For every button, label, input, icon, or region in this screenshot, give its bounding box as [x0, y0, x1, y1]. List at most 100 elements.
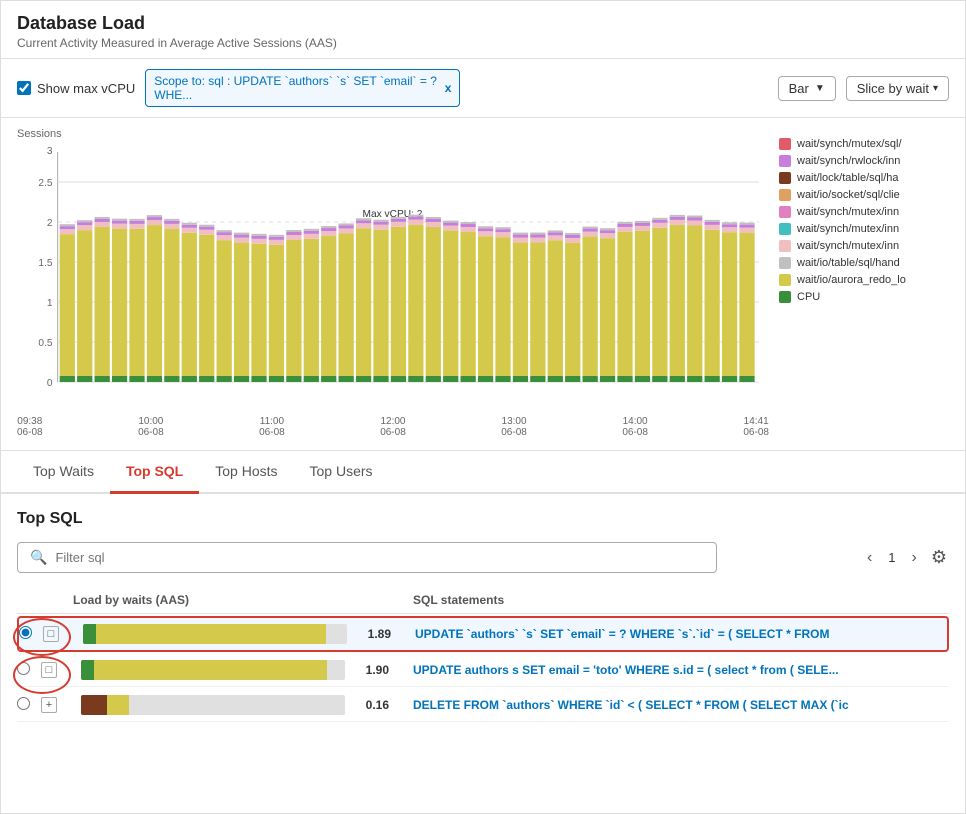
svg-text:1.5: 1.5	[38, 258, 53, 269]
scope-close-button[interactable]: x	[445, 81, 452, 95]
row-0-bar-green	[83, 624, 96, 644]
table-settings-button[interactable]: ⚙	[929, 545, 949, 570]
row-1-sql-link[interactable]: UPDATE authors s SET email = 'toto' WHER…	[413, 663, 949, 677]
legend-label-8: wait/io/aurora_redo_lo	[797, 274, 906, 286]
legend-item-5: wait/synch/mutex/inn	[779, 223, 949, 235]
legend-label-7: wait/io/table/sql/hand	[797, 257, 900, 269]
legend-item-cpu: CPU	[779, 291, 949, 303]
row-0-bar-yellow	[96, 624, 326, 644]
row-1-radio[interactable]	[17, 662, 30, 675]
page-header: Database Load Current Activity Measured …	[1, 1, 965, 59]
table-row-1[interactable]: □ 1.90 UPDATE authors s SET em	[17, 654, 949, 687]
tab-top-hosts[interactable]: Top Hosts	[199, 451, 293, 494]
filter-input-wrap[interactable]: 🔍	[17, 542, 717, 573]
row-2-radio[interactable]	[17, 697, 30, 710]
row-0-expand-wrap[interactable]: □	[43, 626, 67, 642]
legend-color-7	[779, 257, 791, 269]
row-2-bar-wrap: 0.16	[65, 695, 405, 715]
legend-item-2: wait/lock/table/sql/ha	[779, 172, 949, 184]
legend-label-6: wait/synch/mutex/inn	[797, 240, 899, 252]
legend-color-1	[779, 155, 791, 167]
scope-text: Scope to: sql : UPDATE `authors` `s` SET…	[154, 74, 438, 102]
row-1-bar-wrap: 1.90	[65, 660, 405, 680]
row-2-sql-link[interactable]: DELETE FROM `authors` WHERE `id` < ( SEL…	[413, 698, 949, 712]
svg-text:0: 0	[47, 378, 53, 389]
x-tick-3: 12:0006-08	[380, 416, 406, 438]
chart-type-label: Bar	[789, 81, 809, 96]
legend-color-5	[779, 223, 791, 235]
next-page-button[interactable]: ›	[906, 547, 923, 569]
row-0-expand-button[interactable]: □	[43, 626, 59, 642]
chart-type-dropdown[interactable]: Bar ▼	[778, 76, 836, 101]
chart-container[interactable]: 0 0.5 1 1.5 2 2.5 3 Max vCPU: 2	[17, 142, 769, 412]
x-tick-5: 14:0006-08	[622, 416, 648, 438]
row-2-value: 0.16	[353, 698, 389, 712]
chart-legend: wait/synch/mutex/sql/ wait/synch/rwlock/…	[779, 128, 949, 440]
legend-item-0: wait/synch/mutex/sql/	[779, 138, 949, 150]
legend-item-8: wait/io/aurora_redo_lo	[779, 274, 949, 286]
row-2-bar-bg	[81, 695, 345, 715]
row-1-sql[interactable]: UPDATE authors s SET email = 'toto' WHER…	[405, 663, 949, 677]
filter-bar: 🔍 ‹ 1 › ⚙	[17, 542, 949, 573]
tab-top-waits[interactable]: Top Waits	[17, 451, 110, 494]
row-wrapper-2: + 0.16 DELETE FROM `authors` W	[17, 689, 949, 722]
legend-color-6	[779, 240, 791, 252]
row-1-bar-yellow	[94, 660, 326, 680]
row-0-bar-fill	[83, 624, 347, 644]
svg-text:0.5: 0.5	[38, 338, 53, 349]
row-0-value: 1.89	[355, 627, 391, 641]
row-0-sql-link[interactable]: UPDATE `authors` `s` SET `email` = ? WHE…	[415, 627, 947, 641]
legend-label-0: wait/synch/mutex/sql/	[797, 138, 902, 150]
row-0-radio[interactable]	[19, 626, 32, 639]
legend-label-cpu: CPU	[797, 291, 820, 303]
content-area: Top SQL 🔍 ‹ 1 › ⚙ Load by waits (AAS) SQ…	[1, 494, 965, 740]
tab-top-sql[interactable]: Top SQL	[110, 451, 199, 494]
legend-color-2	[779, 172, 791, 184]
row-0-radio-wrap[interactable]	[19, 626, 43, 642]
svg-text:3: 3	[47, 146, 53, 157]
row-0-sql[interactable]: UPDATE `authors` `s` SET `email` = ? WHE…	[407, 627, 947, 641]
row-1-radio-wrap[interactable]	[17, 662, 41, 678]
legend-color-cpu	[779, 291, 791, 303]
row-2-expand-wrap[interactable]: +	[41, 697, 65, 713]
row-0-bar-wrap: 1.89	[67, 624, 407, 644]
filter-sql-input[interactable]	[55, 550, 704, 565]
row-1-bar-bg	[81, 660, 345, 680]
slice-by-wait-button[interactable]: Slice by wait ▾	[846, 76, 949, 101]
legend-color-0	[779, 138, 791, 150]
scope-pill[interactable]: Scope to: sql : UPDATE `authors` `s` SET…	[145, 69, 460, 107]
toolbar: Show max vCPU Scope to: sql : UPDATE `au…	[1, 59, 965, 118]
col-bar-header: Load by waits (AAS)	[65, 593, 405, 607]
row-1-expand-button[interactable]: □	[41, 662, 57, 678]
row-2-bar-fill	[81, 695, 345, 715]
slice-by-wait-label: Slice by wait	[857, 81, 929, 96]
legend-color-3	[779, 189, 791, 201]
table-row-0[interactable]: □ 1.89 UPDATE `authors` `s` SE	[17, 616, 949, 652]
row-0-bar: 1.89	[75, 624, 399, 644]
prev-page-button[interactable]: ‹	[861, 547, 878, 569]
row-2-expand-button[interactable]: +	[41, 697, 57, 713]
svg-text:1: 1	[47, 298, 53, 309]
page-subtitle: Current Activity Measured in Average Act…	[17, 36, 949, 50]
chart-svg: 0 0.5 1 1.5 2 2.5 3 Max vCPU: 2	[17, 142, 769, 412]
show-max-vcpu-checkbox[interactable]	[17, 81, 31, 95]
row-0-bar-bg	[83, 624, 347, 644]
pagination: ‹ 1 › ⚙	[861, 545, 949, 570]
x-tick-0: 09:3806-08	[17, 416, 43, 438]
row-1-bar-fill	[81, 660, 345, 680]
page-title: Database Load	[17, 13, 949, 34]
x-tick-4: 13:0006-08	[501, 416, 527, 438]
row-2-radio-wrap[interactable]	[17, 697, 41, 713]
legend-label-5: wait/synch/mutex/inn	[797, 223, 899, 235]
x-tick-6: 14:4106-08	[743, 416, 769, 438]
row-2-sql[interactable]: DELETE FROM `authors` WHERE `id` < ( SEL…	[405, 698, 949, 712]
slice-by-wait-arrow-icon: ▾	[933, 83, 938, 94]
legend-label-3: wait/io/socket/sql/clie	[797, 189, 900, 201]
tab-top-users[interactable]: Top Users	[294, 451, 389, 494]
legend-label-4: wait/synch/mutex/inn	[797, 206, 899, 218]
table-row-2[interactable]: + 0.16 DELETE FROM `authors` W	[17, 689, 949, 722]
row-1-expand-wrap[interactable]: □	[41, 662, 65, 678]
table-header: Load by waits (AAS) SQL statements	[17, 587, 949, 614]
svg-text:2: 2	[47, 218, 53, 229]
col-sql-header: SQL statements	[405, 593, 949, 607]
